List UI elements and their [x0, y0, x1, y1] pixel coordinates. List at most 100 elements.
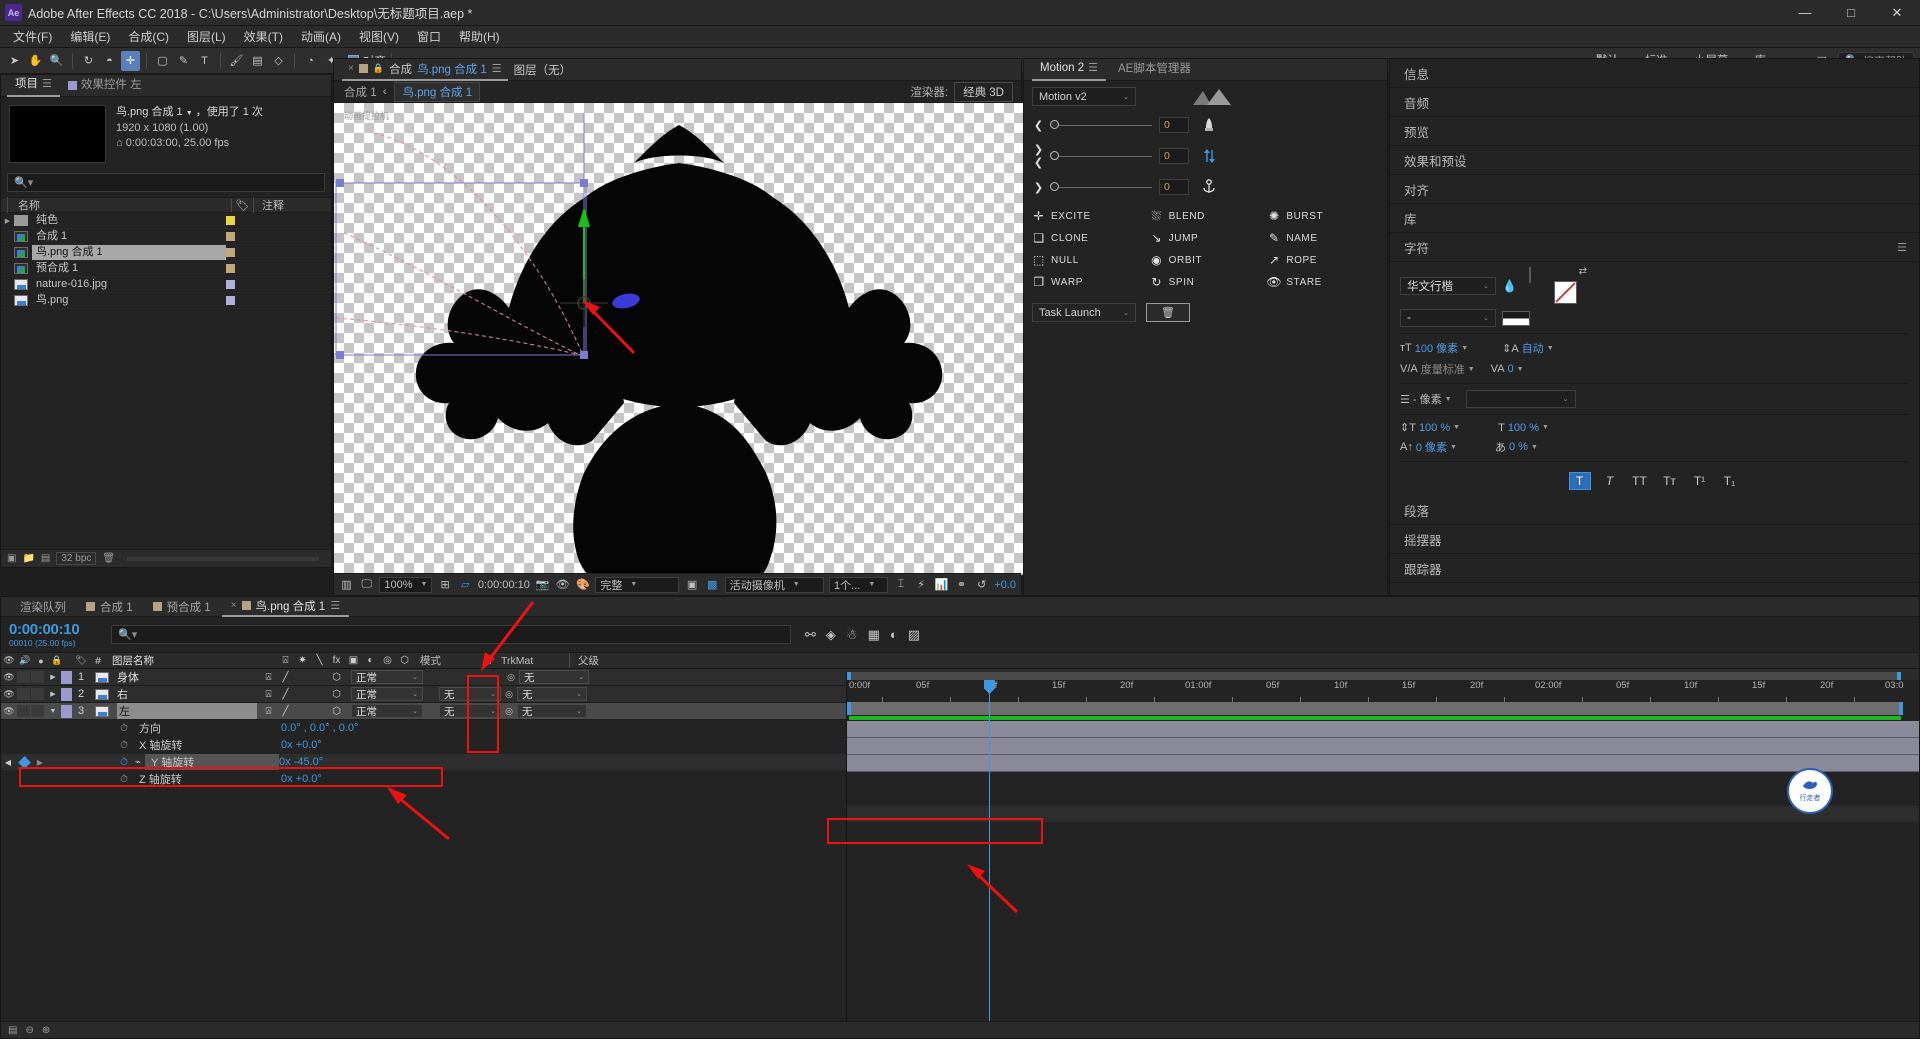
clone-stamp-tool-icon[interactable]: ▤ [248, 51, 267, 71]
timeline-graph-area[interactable]: 0:00f 05f 10f 15f 20f 01:00f 05f 10f 15f… [827, 672, 1919, 1021]
layer-trkmat-select[interactable]: 无 ⌄ [439, 704, 501, 718]
label-color-swatch[interactable] [226, 296, 235, 305]
hide-shy-layers-icon[interactable]: ☃ [846, 627, 858, 643]
composition-viewer[interactable]: 动画提拉机 [334, 103, 1023, 575]
panel-menu-icon[interactable]: ☰ [1897, 241, 1907, 254]
null-button[interactable]: ⬚ NULL [1032, 253, 1144, 267]
layer-visibility-toggle[interactable]: 👁 [1, 706, 17, 717]
layer-parent-select[interactable]: 无 ⌄ [517, 704, 587, 718]
reset-exposure-icon[interactable]: ↺ [974, 577, 989, 592]
slider-knob[interactable] [1050, 150, 1059, 160]
stare-button[interactable]: 👁 STARE [1266, 275, 1379, 289]
layer-mode-select[interactable]: 正常 ⌄ [351, 670, 423, 684]
property-value[interactable]: 0.0° , 0.0° , 0.0° [281, 722, 358, 734]
property-value[interactable]: 0x -45.0° [279, 756, 323, 768]
stroke-width-field[interactable]: ☰ - 像素 ▼ [1400, 391, 1452, 407]
tab-render-queue[interactable]: 渲染队列 [11, 597, 75, 617]
excite-button[interactable]: ✛ EXCITE [1032, 209, 1144, 223]
font-family-select[interactable]: 华文行楷 ⌄ [1400, 277, 1496, 295]
section-paragraph[interactable]: 段落 [1390, 496, 1919, 525]
chevron-left-icon[interactable]: ❮ [1032, 119, 1045, 132]
label-color-swatch[interactable] [226, 280, 235, 289]
stopwatch-icon[interactable]: ⏱ [117, 740, 131, 751]
label-color-swatch[interactable] [226, 248, 235, 257]
tab-composition[interactable]: × 🔒 合成 鸟.png 合成 1 ☰ [342, 59, 508, 81]
chevron-right-icon[interactable]: ❯ [1032, 181, 1045, 194]
label-color-swatch[interactable] [226, 264, 235, 273]
layer-solo-toggle[interactable] [31, 705, 44, 717]
panel-menu-icon[interactable]: ☰ [330, 599, 340, 612]
menu-edit[interactable]: 编辑(E) [61, 26, 119, 47]
parent-pickwhip-icon[interactable]: ◎ [501, 706, 517, 717]
timeline-graph-icon[interactable]: 📊 [934, 577, 949, 592]
pen-tool-icon[interactable]: ✎ [174, 51, 193, 71]
layer-label-color[interactable] [61, 670, 72, 684]
tab-effect-controls[interactable]: 效果控件 左 [60, 75, 150, 97]
track-row[interactable] [847, 755, 1919, 772]
draft-3d-icon[interactable]: ◈ [826, 627, 836, 643]
tracking-field[interactable]: VA 0 ▼ [1491, 363, 1524, 375]
prev-keyframe-icon[interactable]: ◀ [1, 758, 15, 767]
tab-ae-script-manager[interactable]: AE脚本管理器 [1110, 59, 1199, 81]
column-comment[interactable]: 注释 [253, 197, 331, 213]
stopwatch-icon[interactable]: ⏱ [117, 723, 131, 734]
section-audio[interactable]: 音频 [1390, 88, 1919, 117]
collapse-horizontal-icon[interactable]: ❯❮ [1032, 143, 1045, 169]
delete-icon[interactable]: 🗑 [102, 553, 115, 564]
keyframe-toggle[interactable] [15, 755, 33, 769]
menu-help[interactable]: 帮助(H) [450, 26, 509, 47]
property-value[interactable]: 0x +0.0° [281, 739, 322, 751]
close-icon[interactable]: × [231, 600, 237, 611]
fast-preview-icon[interactable]: ⚡ [914, 577, 929, 592]
slider-knob[interactable] [1050, 119, 1059, 129]
tab-precomp1[interactable]: 预合成 1 [144, 597, 220, 617]
layer-label-color[interactable] [61, 687, 72, 701]
stopwatch-active-icon[interactable]: ⏱ [117, 757, 131, 768]
leading-field[interactable]: ⇕A 自动 ▼ [1502, 340, 1554, 356]
switch-3d-layer[interactable]: ⬡ [328, 672, 345, 683]
layer-solo-toggle[interactable] [31, 688, 44, 700]
orbit-button[interactable]: ◉ ORBIT [1150, 253, 1262, 267]
roto-brush-tool-icon[interactable]: ◔ [301, 51, 320, 71]
swap-colors-icon[interactable]: ⇄ [1579, 266, 1587, 277]
project-scrollbar[interactable] [127, 556, 319, 561]
live-update-icon[interactable]: ⚯ [805, 627, 816, 643]
pan-behind-tool-icon[interactable]: ✛ [121, 50, 140, 71]
current-time-display[interactable]: 0:00:00:10 [478, 579, 530, 591]
menu-layer[interactable]: 图层(L) [178, 26, 235, 47]
expand-triangle-icon[interactable]: ▶ [1, 217, 14, 225]
font-size-field[interactable]: ᴛT 100 像素 ▼ [1400, 340, 1468, 356]
section-align[interactable]: 对齐 [1390, 175, 1919, 204]
fill-stroke-preset-icon[interactable] [1502, 310, 1530, 326]
warp-button[interactable]: ❐ WARP [1032, 275, 1144, 289]
layer-parent-select[interactable]: 无 ⌄ [519, 670, 589, 684]
show-snapshot-icon[interactable]: 👁 [555, 577, 570, 592]
layer-parent-select[interactable]: 无 ⌄ [517, 687, 587, 701]
zoom-tool-icon[interactable]: 🔍 [47, 51, 66, 71]
label-color-swatch[interactable] [226, 232, 235, 241]
slider-track[interactable] [1050, 150, 1152, 160]
track-row-keyframes[interactable] [847, 806, 1919, 823]
graph-editor-icon[interactable]: ▨ [908, 627, 920, 643]
tab-comp1[interactable]: 合成 1 [77, 597, 142, 617]
panel-menu-icon[interactable]: ☰ [42, 74, 52, 95]
parent-pickwhip-icon[interactable]: ◎ [503, 672, 519, 683]
snapshot-icon[interactable]: 📷 [535, 577, 550, 592]
layer-expand-triangle-icon[interactable]: ▶ [45, 690, 61, 698]
spin-button[interactable]: ↻ SPIN [1150, 275, 1262, 289]
layer-mode-select[interactable]: 正常 ⌄ [351, 704, 423, 718]
eraser-tool-icon[interactable]: ◇ [269, 51, 288, 71]
baseline-shift-field[interactable]: A↑ 0 像素 ▼ [1400, 439, 1457, 455]
toggle-switches-modes-icon[interactable]: ▤ [8, 1025, 17, 1036]
stroke-style-select[interactable]: ⌄ [1465, 390, 1576, 408]
menu-composition[interactable]: 合成(C) [119, 26, 178, 47]
rope-button[interactable]: ↗ ROPE [1267, 253, 1379, 267]
timeline-zoom-in-icon[interactable]: ⊕ [42, 1025, 50, 1036]
column-tag-icon[interactable]: 🏷 [231, 198, 253, 212]
stopwatch-icon[interactable]: ⏱ [117, 774, 131, 785]
slider-knob[interactable] [1050, 181, 1059, 191]
fill-color-swatch[interactable] [1528, 267, 1531, 283]
next-keyframe-icon[interactable]: ▶ [33, 758, 47, 767]
selection-tool-icon[interactable]: ➤ [5, 51, 24, 71]
timeline-ruler[interactable]: 0:00f 05f 10f 15f 20f 01:00f 05f 10f 15f… [847, 680, 1919, 702]
